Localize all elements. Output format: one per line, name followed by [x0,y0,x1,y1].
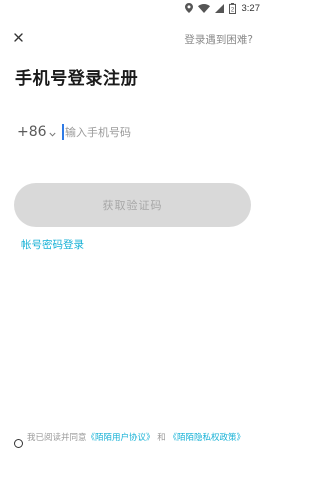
battery-level: 2 [230,7,234,13]
agreement-prefix: 我已阅读并同意 [27,433,87,443]
text-cursor [62,124,64,140]
agreement-section: 我已阅读并同意《陌陌用户协议》 和 《陌陌隐私权政策》 [14,433,254,448]
close-button[interactable] [10,29,26,45]
phone-number-input[interactable] [65,125,235,139]
agreement-text: 我已阅读并同意《陌陌用户协议》 和 《陌陌隐私权政策》 [27,433,245,444]
page-title: 手机号登录注册 [15,69,139,89]
close-icon [13,32,23,42]
battery-icon: 2 [228,2,236,14]
country-code-label: +86 [17,124,47,140]
get-verification-code-button[interactable]: 获取验证码 [14,183,251,227]
agreement-checkbox[interactable] [14,439,23,448]
chevron-down-icon [48,125,56,141]
country-code-selector[interactable]: +86 [17,123,62,141]
wifi-icon [197,3,210,13]
status-time: 3:27 [241,2,261,14]
password-login-link[interactable]: 帐号密码登录 [21,237,84,252]
signal-icon [214,3,224,13]
phone-input-row: +86 [17,119,253,145]
user-agreement-link[interactable]: 《陌陌用户协议》 [87,433,155,443]
status-bar: 2 3:27 [0,0,266,16]
login-help-link[interactable]: 登录遇到困难? [184,32,253,47]
privacy-policy-link[interactable]: 《陌陌隐私权政策》 [168,433,245,443]
login-page: 2 3:27 登录遇到困难? 手机号登录注册 +86 获取验证码 帐号密码登录 … [0,0,266,480]
agreement-conjunction: 和 [157,433,166,443]
location-icon [184,3,193,13]
